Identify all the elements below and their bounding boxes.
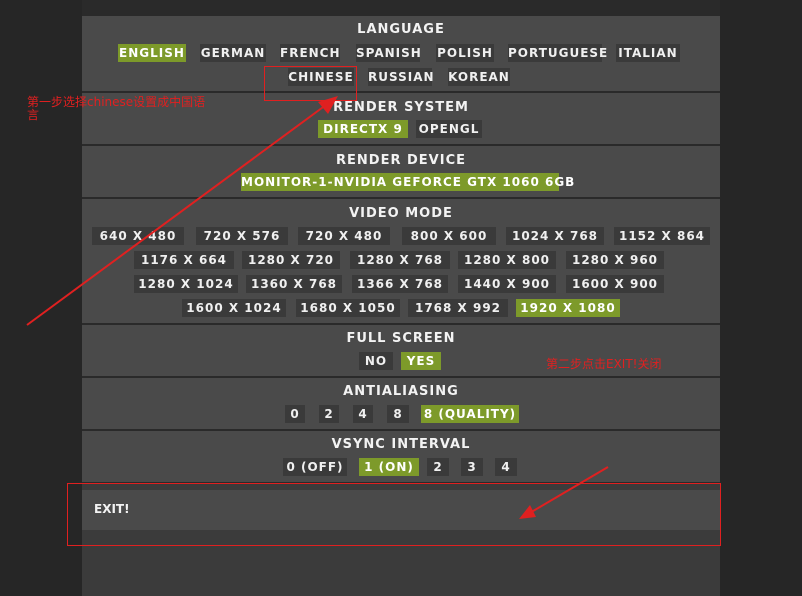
annotation-arrows — [26, 96, 609, 519]
arrow-to-exit — [519, 466, 609, 519]
arrow-to-chinese — [26, 96, 338, 326]
